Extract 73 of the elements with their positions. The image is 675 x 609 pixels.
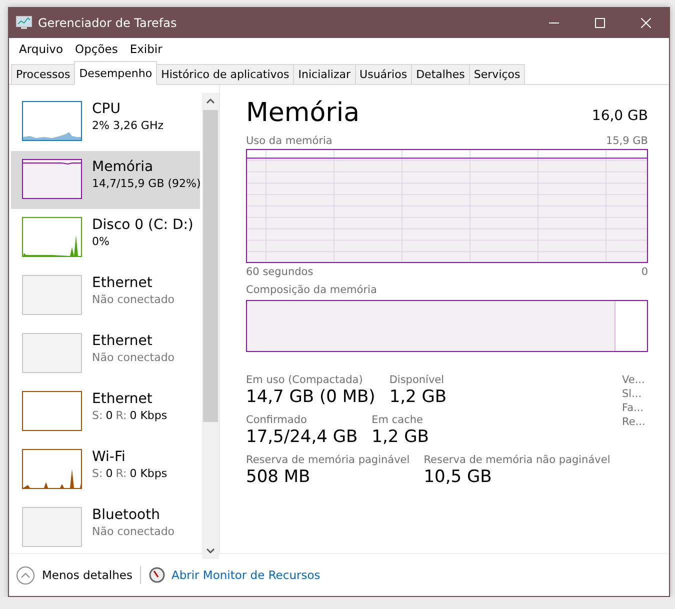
item-subtitle: Não conectado — [92, 524, 175, 539]
time-axis-label: 60 segundos — [246, 266, 314, 278]
scrollbar-thumb[interactable] — [203, 110, 218, 422]
maximize-icon — [595, 18, 605, 28]
fewer-details-button[interactable]: Menos detalhes — [42, 568, 132, 582]
menu-item[interactable]: Arquivo — [13, 42, 70, 56]
item-title: Bluetooth — [92, 507, 161, 524]
chart-max: 15,9 GB — [606, 135, 648, 147]
sent-value: 0 — [106, 408, 113, 423]
stat-label: Re... — [622, 416, 646, 428]
stat-label: Em uso (Compactada) — [246, 374, 364, 386]
stat-label: Disponível — [389, 374, 446, 386]
gauge-icon[interactable] — [149, 567, 166, 583]
sent-value: 0 — [106, 466, 113, 481]
item-title: Ethernet — [92, 391, 154, 408]
stat-value: 508 MB — [246, 466, 312, 488]
window-title: Gerenciador de Tarefas — [38, 16, 178, 30]
detail-title: Memória — [246, 97, 360, 129]
stat-value: 1,2 GB — [389, 386, 447, 408]
stat-value: 17,5/24,4 GB — [246, 426, 358, 448]
sidebar-item[interactable]: Ethernet Não conectado — [11, 325, 200, 383]
stat-value: 1,2 GB — [372, 426, 429, 448]
stat-label: Ve... — [622, 374, 646, 386]
stat-label: Sl... — [622, 388, 643, 400]
stat-value: 10,5 GB — [424, 466, 493, 488]
item-subtitle: Não conectado — [92, 292, 175, 307]
time-axis-end: 0 — [641, 266, 648, 278]
sidebar-item[interactable]: Bluetooth Não conectado — [11, 499, 200, 557]
stat-label: Fa... — [622, 402, 645, 414]
resource-monitor-link[interactable]: Abrir Monitor de Recursos — [171, 568, 320, 582]
item-subtitle: Não conectado — [92, 350, 175, 365]
received-value: 0 Kbps — [130, 466, 168, 481]
item-title: Ethernet — [92, 275, 154, 292]
tab[interactable]: Processos — [11, 64, 76, 84]
menu-item[interactable]: Opções — [69, 42, 124, 56]
stat-label: Em cache — [372, 414, 424, 426]
sidebar-item[interactable]: Ethernet Não conectado — [11, 267, 200, 325]
tab[interactable]: Usuários — [354, 64, 412, 84]
sidebar-item[interactable]: Disco 0 (C: D:) 0% — [11, 209, 200, 267]
sidebar-item[interactable]: CPU 2% 3,26 GHz — [11, 93, 200, 151]
item-subtitle: 14,7/15,9 GB (92%) — [92, 176, 200, 191]
received-label: R: — [116, 408, 127, 423]
stat-label: Confirmado — [246, 414, 308, 426]
sidebar-item[interactable]: Memória 14,7/15,9 GB (92%) — [11, 151, 200, 209]
monitor-icon — [16, 16, 32, 30]
chart-label: Composição da memória — [246, 284, 377, 296]
item-title: Disco 0 (C: D:) — [92, 217, 194, 234]
received-label: R: — [116, 466, 127, 481]
item-subtitle: 2% 3,26 GHz — [92, 118, 164, 133]
close-icon — [641, 18, 651, 28]
sidebar-item[interactable]: Wi-Fi S: 0 R: 0 Kbps — [11, 441, 200, 499]
stat-label: Reserva de memória paginável — [246, 454, 410, 466]
item-title: Ethernet — [92, 333, 154, 350]
sidebar-item[interactable]: Ethernet S: 0 R: 0 Kbps — [11, 383, 200, 441]
stat-label: Reserva de memória não paginável — [424, 454, 610, 466]
total-memory: 16,0 GB — [592, 108, 648, 124]
chart-label: Uso da memória — [246, 135, 332, 147]
received-value: 0 Kbps — [130, 408, 168, 423]
menu-item[interactable]: Exibir — [124, 42, 168, 56]
item-title: Memória — [92, 159, 154, 176]
tab[interactable]: Serviços — [468, 64, 526, 84]
item-title: Wi-Fi — [92, 449, 126, 466]
item-subtitle: 0% — [92, 234, 110, 249]
stat-value: 14,7 GB (0 MB) — [246, 386, 376, 408]
tab[interactable]: Histórico de aplicativos — [156, 64, 294, 84]
tab[interactable]: Inicializar — [293, 64, 356, 84]
sent-label: S: — [92, 466, 103, 481]
item-title: CPU — [92, 101, 122, 118]
sent-label: S: — [92, 408, 103, 423]
collapse-icon[interactable] — [16, 566, 35, 584]
scrollbar[interactable] — [202, 93, 219, 559]
tab[interactable]: Detalhes — [411, 64, 470, 84]
tab[interactable]: Desempenho — [74, 61, 158, 85]
